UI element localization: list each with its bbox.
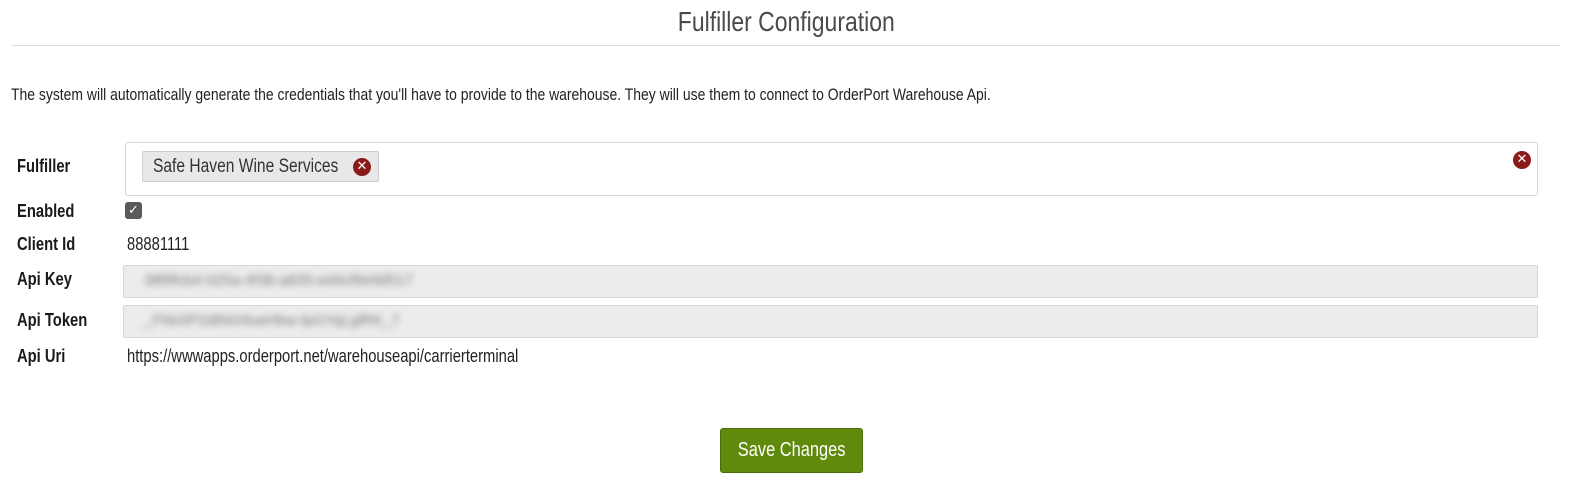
api-key-field[interactable]: 38f9fcb4-025a-4f38-a835-ed4cf9e9d517: [123, 265, 1538, 298]
fulfiller-select[interactable]: Safe Haven Wine Services ✕ ✕: [125, 142, 1538, 196]
title-divider: [12, 45, 1560, 46]
clear-selection-icon[interactable]: ✕: [1513, 151, 1531, 169]
enabled-checkbox[interactable]: ✓: [125, 202, 142, 219]
api-token-field[interactable]: _FhbSP2dtNG9ueHbw-lpGYqLglRK_7: [123, 305, 1538, 338]
page-title: Fulfiller Configuration: [677, 6, 895, 37]
client-id-label: Client Id: [17, 234, 76, 254]
remove-tag-icon[interactable]: ✕: [353, 158, 371, 176]
fulfiller-label: Fulfiller: [17, 156, 71, 176]
api-token-label: Api Token: [17, 310, 88, 330]
api-uri-label: Api Uri: [17, 346, 66, 366]
save-changes-button[interactable]: Save Changes: [720, 428, 863, 473]
intro-text: The system will automatically generate t…: [11, 85, 991, 104]
client-id-value: 88881111: [127, 234, 190, 254]
enabled-label: Enabled: [17, 201, 75, 221]
api-uri-value: https://wwwapps.orderport.net/warehousea…: [127, 346, 519, 366]
api-key-label: Api Key: [17, 269, 72, 289]
fulfiller-tag: Safe Haven Wine Services ✕: [142, 151, 379, 182]
